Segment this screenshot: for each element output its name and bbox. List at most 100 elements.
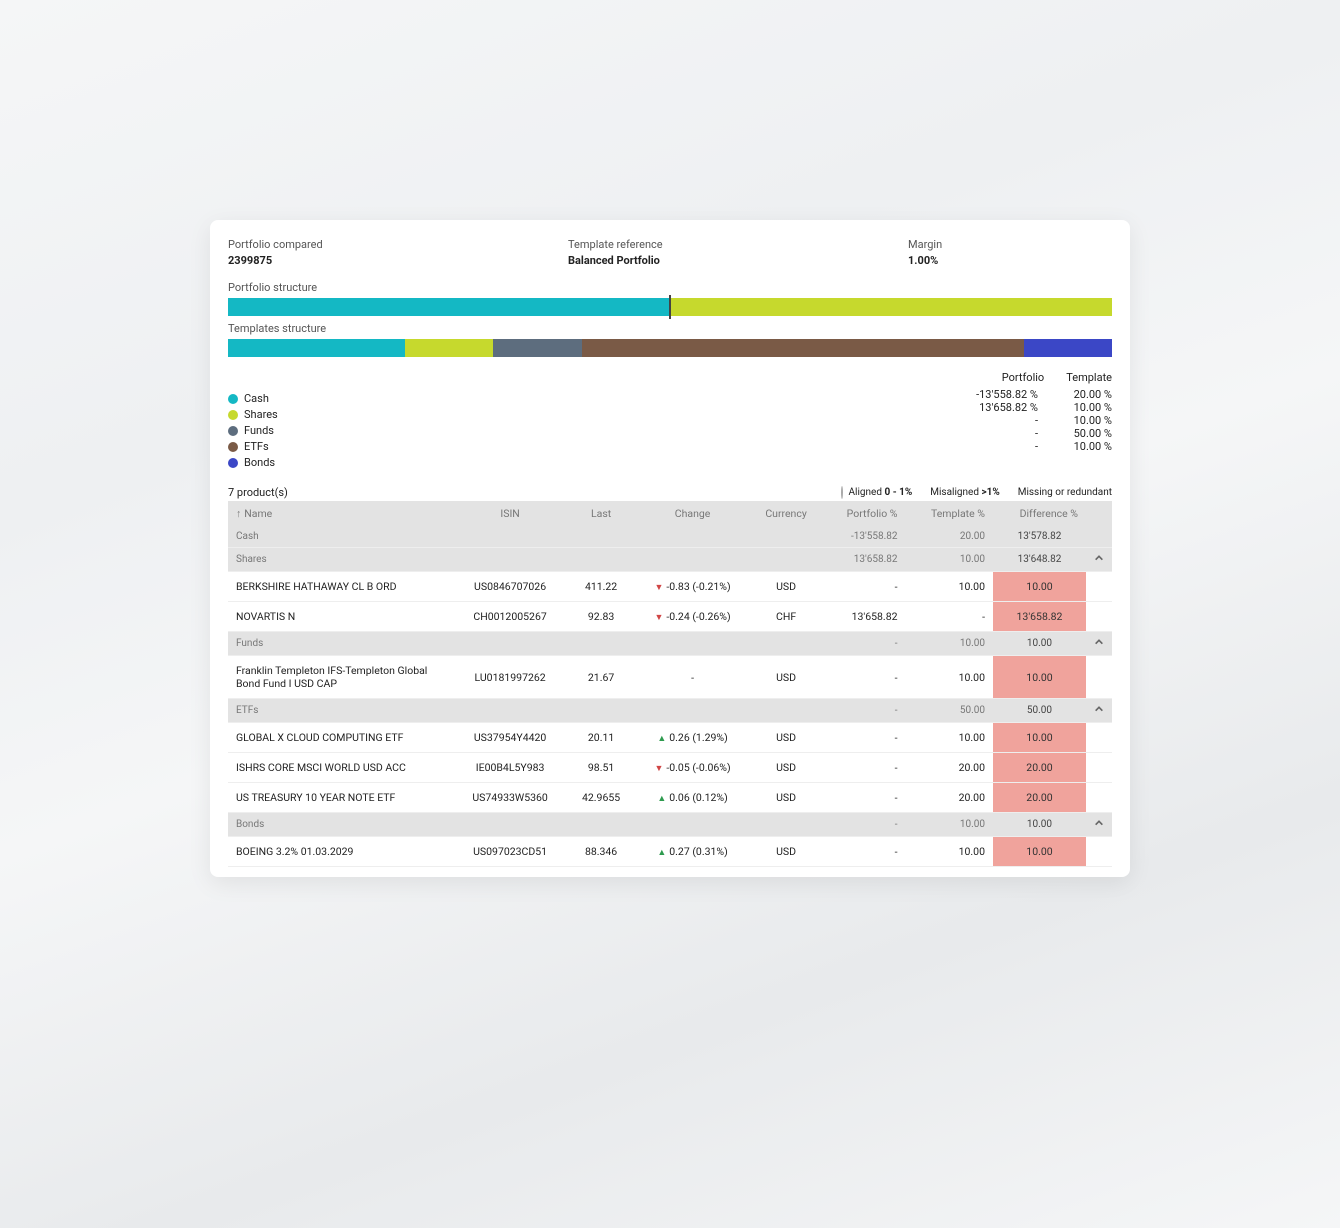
legend-template-value: 10.00 % (1060, 440, 1112, 453)
legend-values-row: 13'658.82 %10.00 % (958, 401, 1112, 414)
legend-template-value: 50.00 % (1060, 427, 1112, 440)
product-last: 411.22 (567, 572, 635, 602)
product-portfolio-pct: - (822, 572, 906, 602)
col-portfolio-pct[interactable]: Portfolio % (822, 501, 906, 526)
collapse-toggle[interactable] (1086, 632, 1112, 656)
product-name: GLOBAL X CLOUD COMPUTING ETF (228, 723, 453, 753)
col-currency[interactable]: Currency (750, 501, 822, 526)
table-row[interactable]: US TREASURY 10 YEAR NOTE ETF US74933W536… (228, 783, 1112, 813)
category-template-pct: 10.00 (906, 632, 993, 656)
category-template-pct: 10.00 (906, 548, 993, 572)
col-name[interactable]: Name (228, 501, 453, 526)
product-currency: USD (750, 723, 822, 753)
col-last[interactable]: Last (567, 501, 635, 526)
category-row-shares[interactable]: Shares 13'658.82 10.00 13'648.82 (228, 548, 1112, 572)
table-row[interactable]: ISHRS CORE MSCI WORLD USD ACC IE00B4L5Y9… (228, 753, 1112, 783)
table-header-row: Name ISIN Last Change Currency Portfolio… (228, 501, 1112, 526)
category-row-etfs[interactable]: ETFs - 50.00 50.00 (228, 699, 1112, 723)
category-name: Cash (228, 526, 453, 548)
product-change: - (635, 656, 750, 699)
category-portfolio-pct: 13'658.82 (822, 548, 906, 572)
table-body: Cash -13'558.82 20.00 13'578.82 Shares 1… (228, 526, 1112, 867)
category-row-bonds[interactable]: Bonds - 10.00 10.00 (228, 813, 1112, 837)
category-template-pct: 50.00 (906, 699, 993, 723)
legend-item-funds: Funds (228, 424, 958, 437)
missing-legend-item: Missing or redundant (1012, 487, 1112, 498)
category-difference-pct: 13'578.82 (993, 526, 1086, 548)
col-isin[interactable]: ISIN (453, 501, 567, 526)
collapse-toggle[interactable] (1086, 813, 1112, 837)
legend-values-row: -10.00 % (958, 414, 1112, 427)
legend-portfolio-value: - (958, 427, 1038, 440)
header-portfolio: Portfolio compared 2399875 (228, 238, 568, 267)
product-last: 98.51 (567, 753, 635, 783)
chevron-up-icon (1094, 706, 1104, 717)
product-difference-pct: 20.00 (993, 753, 1086, 783)
col-template-pct[interactable]: Template % (906, 501, 993, 526)
arrow-down-icon: -0.05 (-0.06%) (654, 761, 730, 774)
sort-asc-icon (236, 507, 244, 520)
product-template-pct: 20.00 (906, 783, 993, 813)
category-row-funds[interactable]: Funds - 10.00 10.00 (228, 632, 1112, 656)
col-difference-pct[interactable]: Difference % (993, 501, 1086, 526)
header-row: Portfolio compared 2399875 Template refe… (228, 238, 1112, 267)
product-name: BOEING 3.2% 01.03.2029 (228, 837, 453, 867)
product-change: -0.05 (-0.06%) (635, 753, 750, 783)
legend-label: Bonds (244, 456, 275, 469)
template-bar-seg-cash (228, 339, 405, 357)
product-template-pct: - (906, 602, 993, 632)
product-template-pct: 10.00 (906, 656, 993, 699)
product-currency: CHF (750, 602, 822, 632)
collapse-toggle[interactable] (1086, 699, 1112, 723)
product-difference-pct: 20.00 (993, 783, 1086, 813)
product-last: 20.11 (567, 723, 635, 753)
category-template-pct: 10.00 (906, 813, 993, 837)
legend-portfolio-value: - (958, 440, 1038, 453)
legend-labels-column: CashSharesFundsETFsBonds (228, 371, 958, 472)
product-difference-pct: 10.00 (993, 656, 1086, 699)
product-difference-pct: 10.00 (993, 572, 1086, 602)
col-change[interactable]: Change (635, 501, 750, 526)
legend-label: Cash (244, 392, 269, 405)
margin-value: 1.00% (908, 254, 1112, 267)
table-row[interactable]: NOVARTIS N CH0012005267 92.83 -0.24 (-0.… (228, 602, 1112, 632)
table-row[interactable]: Franklin Templeton IFS-Templeton Global … (228, 656, 1112, 699)
legend-values-row: -13'558.82 %20.00 % (958, 388, 1112, 401)
table-row[interactable]: GLOBAL X CLOUD COMPUTING ETF US37954Y442… (228, 723, 1112, 753)
portfolio-bar-seg-shares (671, 298, 1112, 316)
category-difference-pct: 10.00 (993, 632, 1086, 656)
legend-dot-icon (228, 442, 238, 452)
category-portfolio-pct: -13'558.82 (822, 526, 906, 548)
chevron-up-icon (1094, 639, 1104, 650)
collapse-toggle[interactable] (1086, 548, 1112, 572)
arrow-down-icon: -0.83 (-0.21%) (654, 580, 730, 593)
header-margin: Margin 1.00% (908, 238, 1112, 267)
product-isin: IE00B4L5Y983 (453, 753, 567, 783)
products-table: Name ISIN Last Change Currency Portfolio… (228, 501, 1112, 867)
category-difference-pct: 10.00 (993, 813, 1086, 837)
category-name: Funds (228, 632, 453, 656)
legend-table: CashSharesFundsETFsBonds Portfolio Templ… (228, 371, 1112, 472)
product-isin: US097023CD51 (453, 837, 567, 867)
product-last: 88.346 (567, 837, 635, 867)
product-name: NOVARTIS N (228, 602, 453, 632)
table-row[interactable]: BERKSHIRE HATHAWAY CL B ORD US0846707026… (228, 572, 1112, 602)
product-portfolio-pct: - (822, 656, 906, 699)
product-isin: US0846707026 (453, 572, 567, 602)
legend-values-row: - 10.00 % (958, 440, 1112, 453)
product-name: BERKSHIRE HATHAWAY CL B ORD (228, 572, 453, 602)
product-last: 92.83 (567, 602, 635, 632)
product-currency: USD (750, 753, 822, 783)
legend-item-shares: Shares (228, 408, 958, 421)
arrow-up-icon: 0.26 (1.29%) (657, 731, 727, 744)
portfolio-structure-bar (228, 298, 1112, 316)
category-name: ETFs (228, 699, 453, 723)
product-currency: USD (750, 572, 822, 602)
aligned-legend-item: Aligned 0 - 1% (841, 487, 913, 498)
product-currency: USD (750, 837, 822, 867)
product-last: 21.67 (567, 656, 635, 699)
legend-portfolio-value: - (958, 414, 1038, 427)
table-row[interactable]: BOEING 3.2% 01.03.2029 US097023CD51 88.3… (228, 837, 1112, 867)
product-portfolio-pct: - (822, 723, 906, 753)
product-change: -0.83 (-0.21%) (635, 572, 750, 602)
